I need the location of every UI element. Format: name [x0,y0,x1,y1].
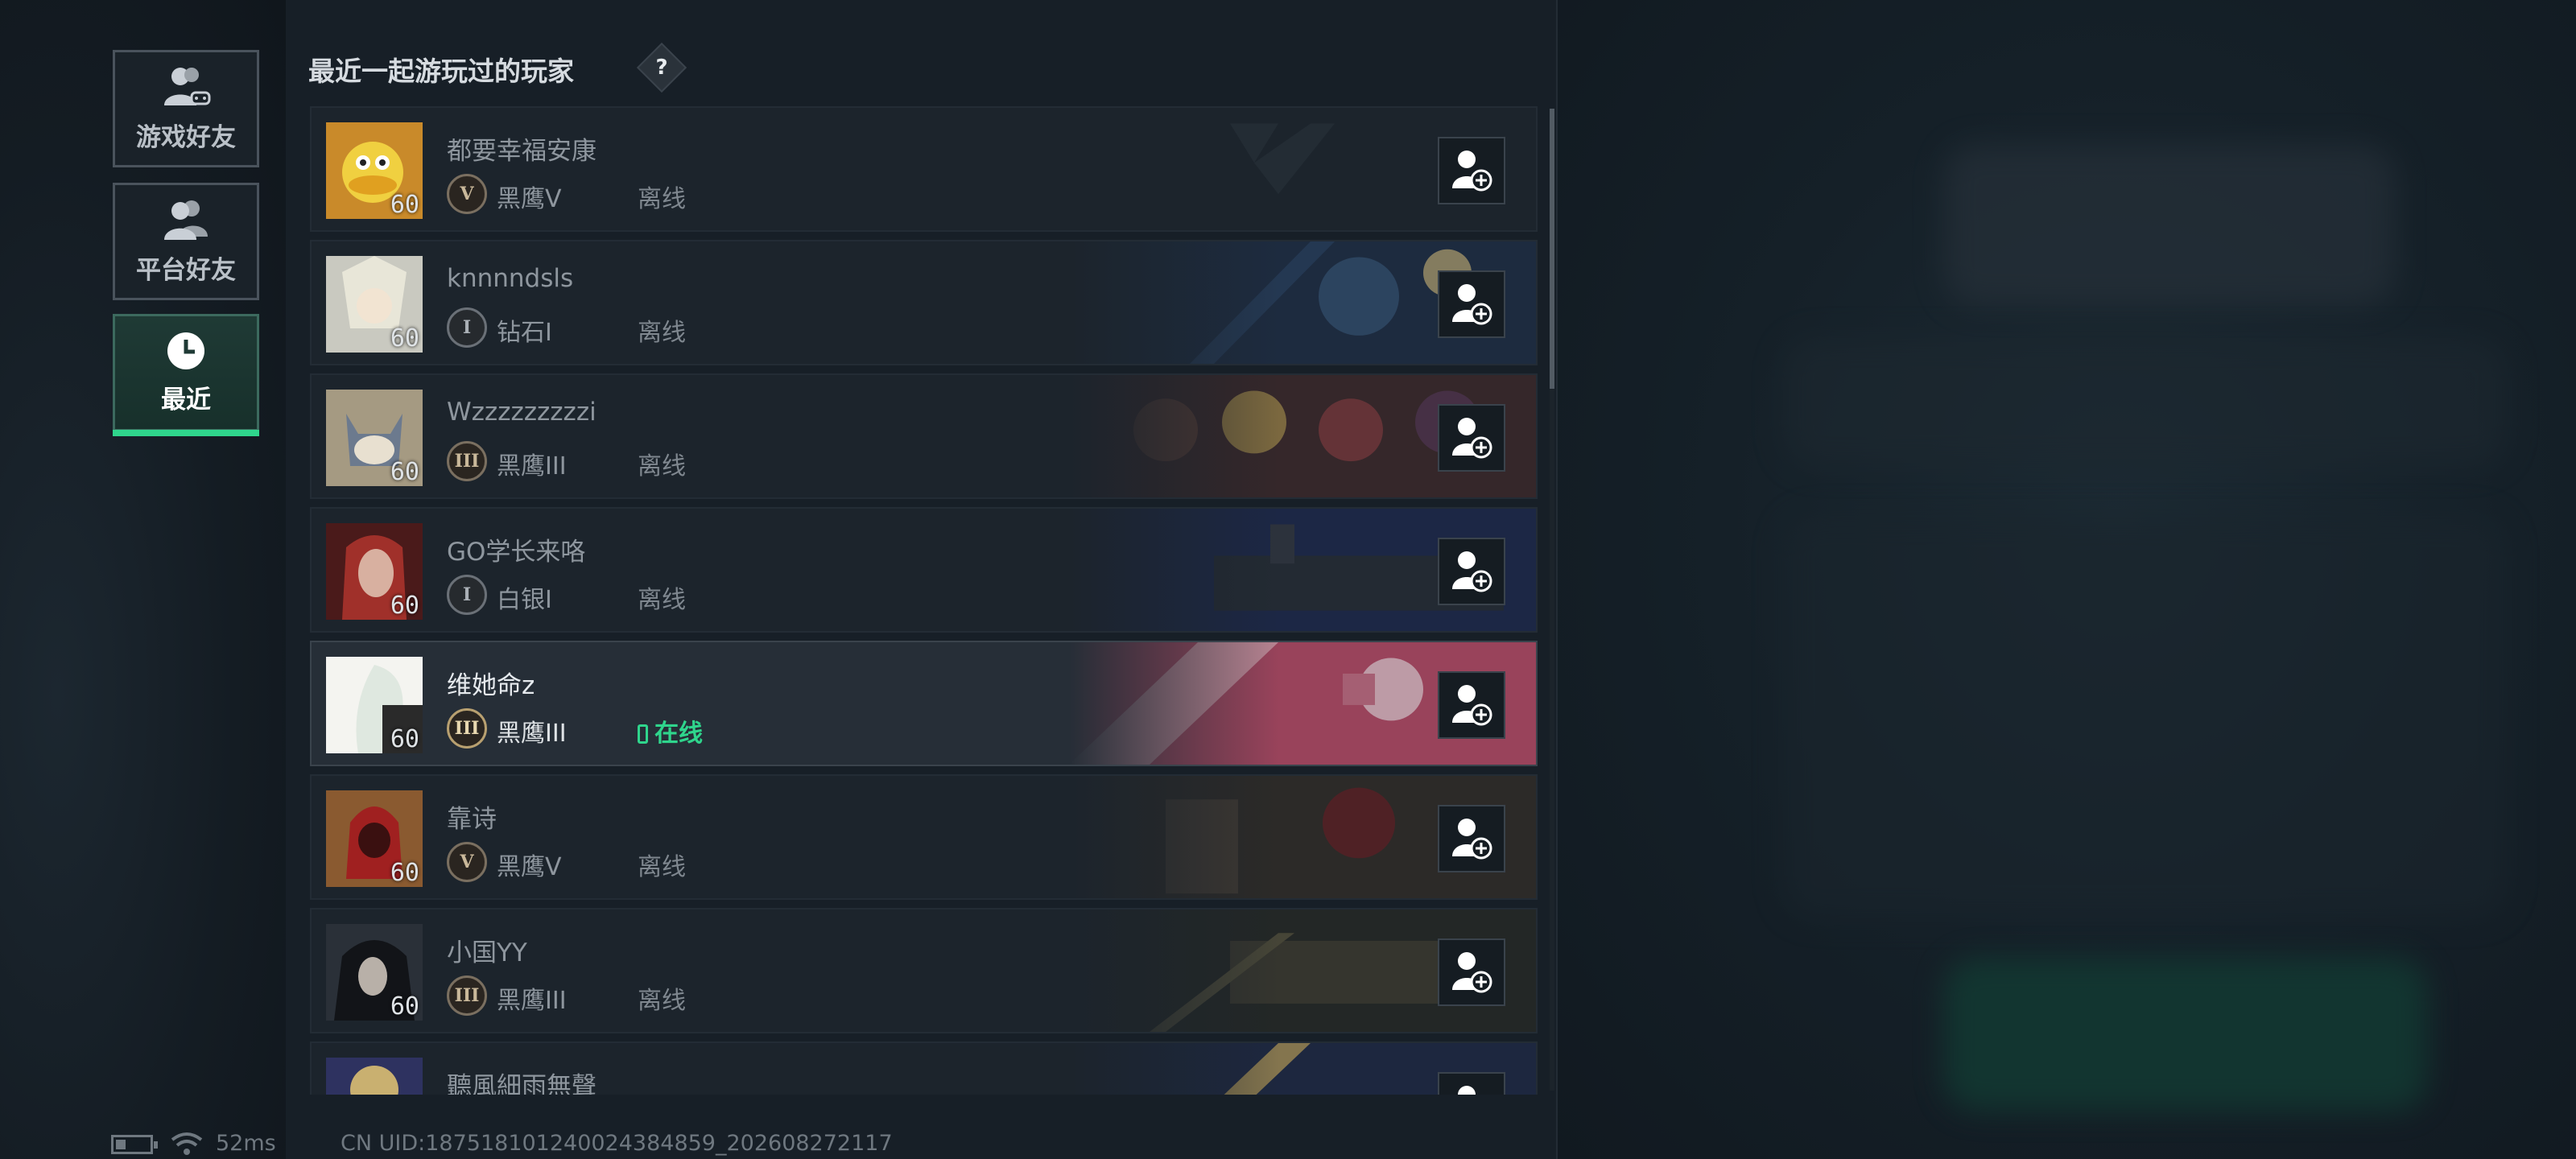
wifi-icon [171,1132,203,1155]
player-status: 离线 [638,987,686,1015]
sidebar-tab-platform-friends[interactable]: 平台好友 [113,183,259,300]
left-background [0,0,286,1159]
blurred-confirm-button [1944,958,2427,1111]
avatar: 60 [326,256,423,353]
player-row[interactable]: 60 GO学长来咯 I 白银I 离线 [310,507,1538,633]
player-name: 靠诗 [447,805,497,834]
add-friend-button[interactable] [1438,270,1505,338]
rank-badge-icon: I [447,575,487,615]
player-name: knnnndsls [447,264,574,293]
avatar: 60 [326,390,423,486]
rank-badge-icon: III [447,975,487,1016]
add-friend-button[interactable] [1438,938,1505,1006]
player-row[interactable]: 60 都要幸福安康 V 黑鹰V 离线 [310,106,1538,232]
sidebar-tab-recent[interactable]: 最近 [113,314,259,436]
player-name: 聽風細雨無聲 [447,1072,597,1095]
avatar: 60 [326,1058,423,1095]
player-row[interactable]: 60 聽風細雨無聲 [310,1041,1538,1095]
network-latency: 52ms [216,1131,276,1156]
player-status-label: 在线 [654,720,703,748]
player-level: 60 [390,592,419,620]
game-friends-icon [164,67,211,105]
clock-icon [167,332,204,369]
add-friend-icon [1452,685,1492,726]
add-friend-icon [1452,284,1492,325]
right-background-blurred [1558,0,2576,1159]
player-name: 维她命z [447,671,535,700]
rank-badge-icon: V [447,842,487,882]
add-friend-button[interactable] [1438,137,1505,204]
player-status: 离线 [638,853,686,881]
player-row[interactable]: 60 Wzzzzzzzzzi III 黑鹰III 离线 [310,373,1538,499]
rank-badge-icon: I [447,307,487,348]
scrollbar-thumb[interactable] [1550,109,1554,389]
player-status: 离线 [638,319,686,347]
add-friend-button[interactable] [1438,538,1505,605]
sidebar-item-label: 平台好友 [136,255,236,285]
avatar: 60 [326,523,423,620]
battery-icon [111,1135,158,1154]
player-level: 60 [390,191,419,219]
player-rank: 黑鹰V [497,185,562,213]
add-friend-icon [1452,819,1492,860]
rank-badge-icon: V [447,174,487,214]
avatar: 60 [326,924,423,1021]
player-list[interactable]: 60 都要幸福安康 V 黑鹰V 离线 60 knnnndsls I 钻石I 离线 [310,105,1538,1095]
blurred-card [1783,338,2508,467]
rank-badge-icon: III [447,708,487,749]
add-friend-button[interactable] [1438,404,1505,472]
player-level: 60 [390,859,419,887]
mobile-icon [638,724,648,744]
avatar: 60 [326,122,423,219]
player-status: 离线 [638,185,686,213]
add-friend-icon [1452,952,1492,993]
player-status: 在线 [638,713,703,749]
active-tab-indicator [113,430,259,436]
sidebar-tab-game-friends[interactable]: 游戏好友 [113,50,259,167]
player-rank: 白银I [497,586,552,614]
player-level: 60 [390,324,419,353]
player-status: 离线 [638,452,686,481]
player-status: 离线 [638,586,686,614]
player-row[interactable]: 60 knnnndsls I 钻石I 离线 [310,240,1538,365]
add-friend-icon [1452,151,1492,192]
player-rank: 黑鹰III [497,720,567,748]
avatar: 60 [326,790,423,887]
page-title: 最近一起游玩过的玩家 [308,56,574,87]
player-name: 小国YY [447,938,527,967]
blurred-card [1783,515,2508,918]
avatar: 60 [326,657,423,753]
add-friend-icon [1458,1086,1476,1095]
ornate-avatar-image [326,1058,423,1095]
player-row[interactable]: 60 小国YY III 黑鹰III 离线 [310,908,1538,1033]
sidebar-item-label: 最近 [161,385,211,415]
player-rank: 黑鹰III [497,452,567,481]
player-row[interactable]: 60 维她命z III 黑鹰III 在线 [310,641,1538,766]
platform-friends-icon [164,200,208,240]
player-name: Wzzzzzzzzzi [447,398,597,427]
blurred-card [1944,145,2395,306]
add-friend-icon [1452,551,1492,592]
add-friend-button[interactable] [1438,805,1505,872]
add-friend-button[interactable] [1438,1072,1505,1095]
player-row[interactable]: 60 靠诗 V 黑鹰V 离线 [310,774,1538,900]
add-friend-icon [1452,418,1492,459]
player-name: 都要幸福安康 [447,137,597,166]
add-friend-button[interactable] [1438,671,1505,739]
sidebar-item-label: 游戏好友 [136,122,236,152]
player-name: GO学长来咯 [447,538,586,567]
player-rank: 黑鹰III [497,987,567,1015]
question-icon: ? [655,56,668,80]
user-uid: CN UID:187518101240024384859_20260827211… [341,1131,893,1156]
player-level: 60 [390,725,419,753]
rank-badge-icon: III [447,441,487,481]
player-rank: 黑鹰V [497,853,562,881]
player-rank: 钻石I [497,319,552,347]
player-level: 60 [390,992,419,1021]
player-level: 60 [390,458,419,486]
